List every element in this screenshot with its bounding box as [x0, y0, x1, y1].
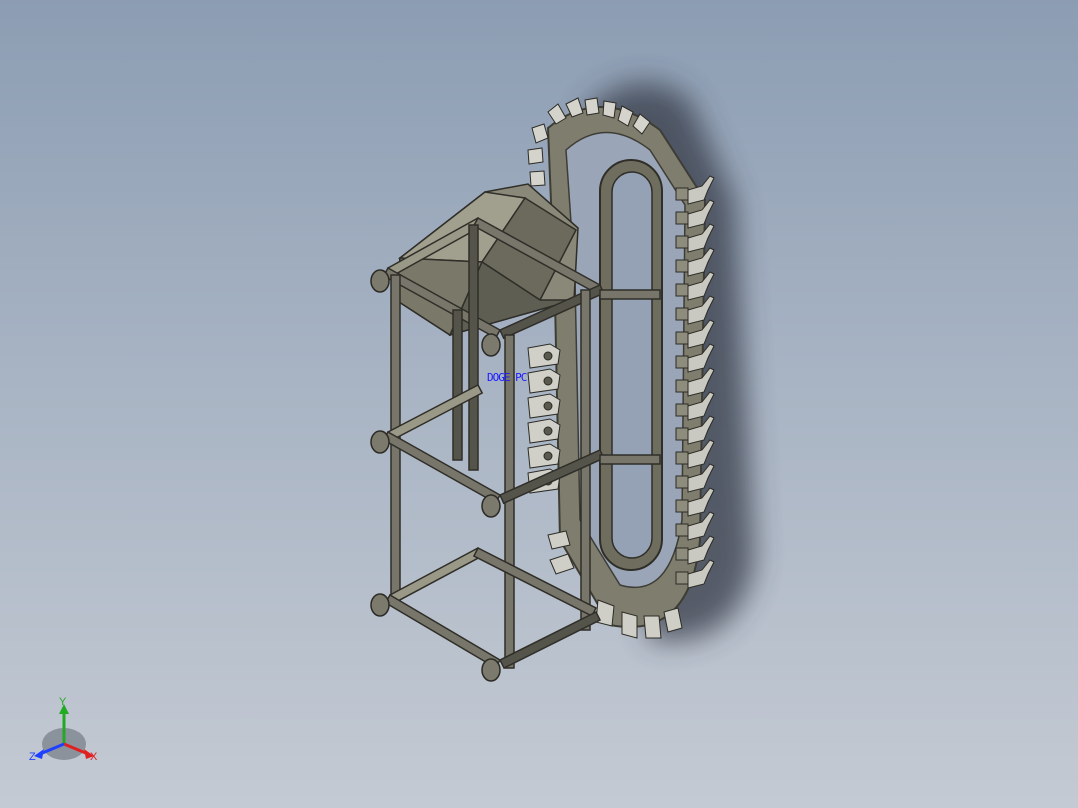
conveyor-buckets-right	[675, 175, 715, 589]
chain-link	[675, 235, 689, 249]
chain-link	[675, 259, 689, 273]
bucket-bolt	[543, 426, 553, 436]
chain-link	[675, 331, 689, 345]
foot-mid-left	[370, 430, 390, 454]
chain-link	[675, 499, 689, 513]
chain-link	[675, 451, 689, 465]
chain-link	[675, 571, 689, 585]
beam-bottom-back	[388, 546, 484, 604]
bucket-bolt	[543, 401, 553, 411]
beam-to-conveyor-top	[599, 289, 661, 300]
beam-bottom-left	[384, 593, 502, 669]
conveyor-inner-opening	[611, 171, 653, 559]
triad-x-label: X	[90, 751, 98, 763]
model-annotation[interactable]: DOGE PC	[487, 371, 527, 384]
triad-y-label: Y	[59, 696, 67, 708]
beam-bottom-front	[498, 610, 602, 670]
chain-link	[675, 403, 689, 417]
post-inner	[452, 309, 463, 461]
foot-top-front	[481, 333, 501, 357]
chain-link	[675, 283, 689, 297]
foot-mid-front	[481, 494, 501, 518]
beam-mid-back	[386, 383, 484, 441]
chain-link	[675, 307, 689, 321]
chain-link	[675, 547, 689, 561]
bucket-bolt	[543, 376, 553, 386]
bucket-bolt	[543, 451, 553, 461]
beam-mid-left	[382, 430, 502, 504]
chain-link	[675, 379, 689, 393]
cad-viewport[interactable]: DOGE PC Y X Z	[0, 0, 1078, 808]
triad-z-label: Z	[29, 751, 36, 763]
chain-link	[675, 475, 689, 489]
post-back-right	[468, 224, 479, 471]
beam-to-conveyor-mid	[599, 454, 661, 465]
chain-link	[675, 355, 689, 369]
chain-link	[675, 523, 689, 537]
chain-link	[675, 187, 689, 201]
foot-top-left	[370, 269, 390, 293]
chain-link	[675, 427, 689, 441]
foot-bottom-front	[481, 658, 501, 682]
chain-link	[675, 211, 689, 225]
model-3d-view[interactable]	[0, 0, 1078, 808]
foot-bottom-left	[370, 593, 390, 617]
bucket-bolt	[543, 351, 553, 361]
